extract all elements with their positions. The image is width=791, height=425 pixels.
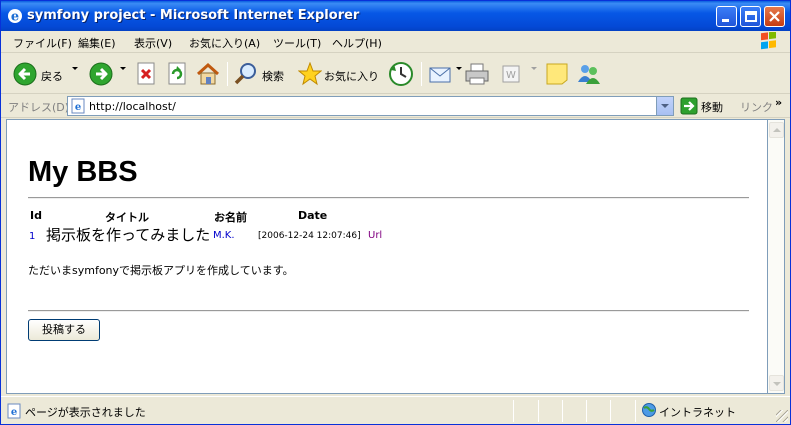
divider [28, 197, 749, 199]
post-id-link[interactable]: 1 [29, 231, 35, 242]
status-divider [610, 400, 611, 422]
address-input[interactable]: e http://localhost/ [67, 96, 674, 116]
post-author-link[interactable]: M.K. [213, 230, 235, 241]
address-url: http://localhost/ [89, 100, 176, 113]
menu-bar: ファイル(F) 編集(E) 表示(V) お気に入り(A) ツール(T) ヘルプ(… [1, 31, 790, 53]
forward-arrow-icon [89, 62, 113, 86]
menu-edit[interactable]: 編集(E) [78, 35, 116, 51]
refresh-icon [168, 62, 186, 85]
note-icon [546, 63, 568, 85]
home-icon [196, 62, 220, 85]
go-label: 移動 [701, 101, 723, 114]
status-divider [586, 400, 587, 422]
toolbar: 戻る 検索 お気に入り W [1, 54, 790, 94]
page-title: My BBS [28, 156, 138, 188]
page-content: My BBS Id タイトル お名前 Date 1 掲示板を作ってみました M.… [6, 119, 768, 394]
address-dropdown-icon[interactable] [656, 97, 673, 115]
post-body: ただいまsymfonyで掲示板アプリを作成しています。 [28, 264, 294, 277]
minimize-button[interactable] [716, 6, 737, 27]
ie-icon: e [8, 9, 22, 25]
back-arrow-icon [13, 62, 37, 86]
zone-label: イントラネット [659, 406, 736, 419]
column-header-date: Date [298, 209, 328, 222]
history-icon [389, 62, 413, 86]
messenger-icon [578, 65, 600, 84]
status-text: ページが表示されました [25, 406, 146, 419]
maximize-icon [745, 11, 757, 22]
status-divider [513, 400, 514, 422]
post-button[interactable]: 投稿する [28, 319, 100, 341]
links-label[interactable]: リンク [740, 99, 773, 115]
svg-text:e: e [11, 10, 19, 25]
close-icon [769, 11, 780, 22]
stop-button[interactable] [133, 60, 159, 88]
toolbar-separator [421, 62, 422, 86]
svg-text:W: W [506, 70, 516, 81]
svg-text:e: e [11, 407, 17, 418]
menu-favorites[interactable]: お気に入り(A) [189, 35, 260, 51]
maximize-button[interactable] [740, 6, 761, 27]
status-bar: e ページが表示されました イントラネット [1, 396, 790, 424]
menu-file[interactable]: ファイル(F) [13, 35, 72, 51]
printer-icon [465, 63, 489, 85]
stop-icon [137, 62, 155, 85]
title-bar[interactable]: e symfony project - Microsoft Internet E… [1, 1, 790, 31]
search-button[interactable]: 検索 [233, 60, 289, 88]
mail-icon [429, 67, 451, 83]
star-icon [298, 62, 322, 86]
windows-logo-icon [761, 32, 776, 50]
status-divider [562, 400, 563, 422]
minimize-icon [722, 19, 729, 22]
status-divider [538, 400, 539, 422]
menu-view[interactable]: 表示(V) [134, 35, 172, 51]
post-url-link[interactable]: Url [368, 230, 382, 241]
print-button[interactable] [463, 60, 493, 88]
go-arrow-icon [680, 97, 698, 115]
status-divider [635, 400, 636, 422]
refresh-button[interactable] [164, 60, 190, 88]
mail-button[interactable] [427, 60, 457, 88]
column-header-id: Id [30, 209, 42, 222]
close-button[interactable] [764, 6, 785, 27]
post-title: 掲示板を作ってみました [46, 226, 211, 244]
toolbar-separator [227, 62, 228, 86]
mail-dropdown-icon[interactable] [456, 67, 462, 70]
search-icon [234, 63, 256, 85]
back-label: 戻る [41, 70, 63, 83]
intranet-icon [642, 403, 656, 417]
back-dropdown-icon[interactable] [72, 67, 78, 70]
menu-tools[interactable]: ツール(T) [273, 35, 321, 51]
column-header-name: お名前 [214, 211, 247, 224]
edit-dropdown-icon [531, 67, 537, 70]
resize-grip-icon[interactable] [776, 410, 788, 422]
svg-text:e: e [75, 102, 81, 113]
post-date: [2006-12-24 12:07:46] [258, 231, 361, 241]
messenger-button[interactable] [575, 60, 603, 88]
column-header-title: タイトル [105, 211, 149, 224]
word-icon: W [502, 65, 520, 83]
search-label: 検索 [262, 70, 284, 83]
scroll-down-icon[interactable] [769, 375, 784, 391]
scroll-up-icon[interactable] [769, 122, 784, 138]
history-button[interactable] [387, 60, 415, 88]
page-icon: e [71, 98, 85, 114]
divider [28, 310, 749, 312]
links-chevron-icon[interactable]: » [775, 96, 782, 109]
browser-window: e symfony project - Microsoft Internet E… [0, 0, 791, 425]
forward-button[interactable] [87, 60, 115, 88]
menu-help[interactable]: ヘルプ(H) [332, 35, 382, 51]
vertical-scrollbar[interactable] [768, 119, 785, 394]
discuss-button[interactable] [544, 60, 570, 88]
page-done-icon: e [7, 403, 21, 419]
favorites-label: お気に入り [324, 70, 379, 83]
window-title: symfony project - Microsoft Internet Exp… [27, 8, 360, 23]
home-button[interactable] [194, 60, 222, 88]
back-button[interactable]: 戻る [11, 60, 69, 88]
favorites-button[interactable]: お気に入り [297, 60, 379, 88]
address-bar: アドレス(D) e http://localhost/ 移動 リンク » [1, 95, 790, 118]
forward-dropdown-icon[interactable] [120, 67, 126, 70]
address-label: アドレス(D) [8, 101, 70, 114]
edit-button[interactable]: W [499, 60, 523, 88]
